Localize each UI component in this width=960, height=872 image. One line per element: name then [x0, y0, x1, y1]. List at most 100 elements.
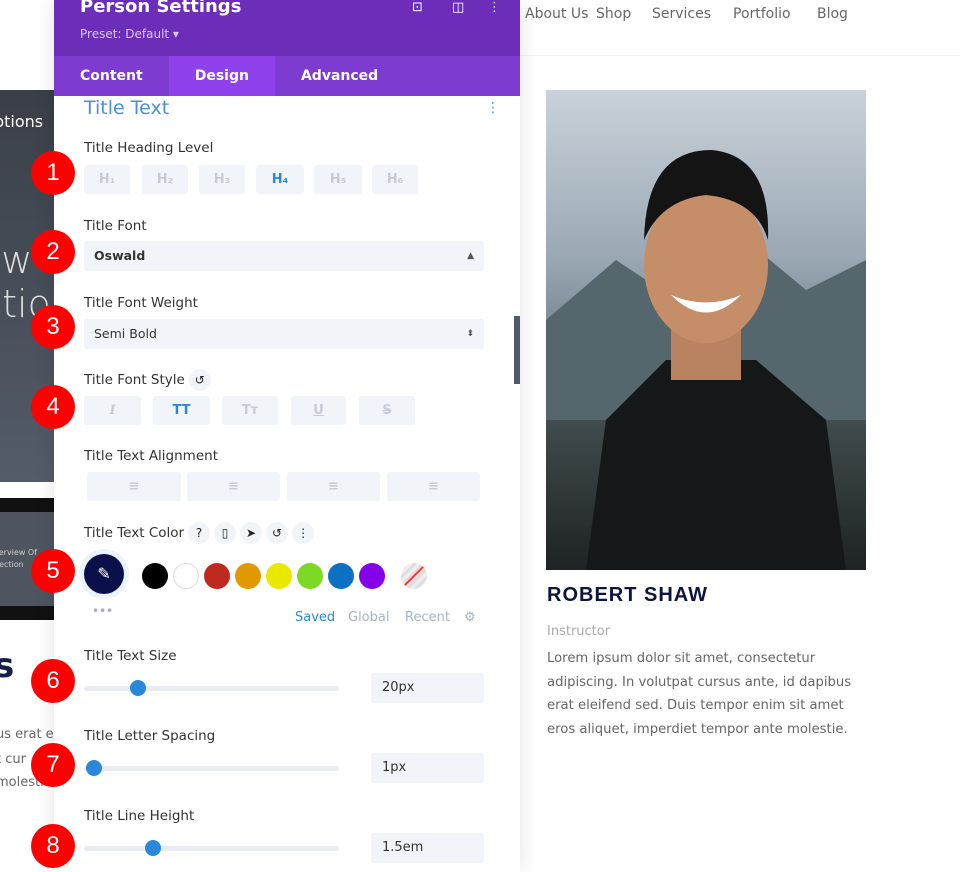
color-swatch[interactable]	[297, 563, 323, 589]
font-label: Title Font	[84, 218, 147, 234]
person-photo	[546, 90, 866, 570]
color-swatch[interactable]	[142, 563, 168, 589]
settings-panel: Person Settings Preset: Default ▾ ⊡ ◫ ⋮ …	[54, 0, 520, 872]
font-style-label: Title Font Style ↺	[84, 369, 211, 391]
person-bio: Lorem ipsum dolor sit amet, consectetur …	[547, 651, 852, 737]
section-more-icon[interactable]: ⋮	[486, 100, 500, 116]
align-left-button[interactable]: ≡	[87, 472, 181, 501]
preset-dropdown[interactable]: Preset: Default ▾	[80, 27, 179, 41]
nav-about[interactable]: About Us	[525, 6, 588, 22]
color-picker-button[interactable]: ✎	[84, 554, 124, 594]
slider-thumb[interactable]	[129, 680, 146, 696]
italic-button[interactable]: I	[84, 396, 141, 425]
font-weight-select[interactable]: Semi Bold ⬍	[84, 319, 484, 349]
more-swatches-icon[interactable]: •••	[92, 604, 113, 618]
person-name: ROBERT SHAW	[547, 584, 708, 606]
align-justify-button[interactable]: ≡	[387, 472, 480, 501]
step-badge-7: 7	[31, 743, 75, 787]
letter-spacing-label: Title Letter Spacing	[84, 728, 216, 744]
heading-level-label: Title Heading Level	[84, 140, 214, 156]
responsive-icon[interactable]: ▯	[214, 522, 237, 544]
scrollbar[interactable]	[514, 316, 520, 384]
bg-text: Section	[0, 560, 24, 569]
section-title[interactable]: Title Text	[84, 97, 169, 119]
slider-thumb[interactable]	[86, 760, 103, 776]
nav-shop[interactable]: Shop	[596, 6, 631, 22]
color-swatch[interactable]	[235, 563, 261, 589]
saved-colors-tab[interactable]: Saved	[295, 610, 335, 625]
panel-tabs: Content Design Advanced	[54, 56, 520, 96]
letter-spacing-slider[interactable]	[84, 760, 339, 776]
align-right-button[interactable]: ≡	[287, 472, 380, 501]
color-swatch[interactable]	[204, 563, 230, 589]
h2-button[interactable]: H₂	[142, 165, 188, 194]
step-badge-4: 4	[31, 385, 75, 429]
font-weight-value: Semi Bold	[94, 326, 157, 341]
underline-button[interactable]: U	[291, 396, 346, 425]
text-size-label: Title Text Size	[84, 648, 177, 664]
nav-portfolio[interactable]: Portfolio	[733, 6, 791, 22]
strikethrough-button[interactable]: S	[359, 396, 415, 425]
smallcaps-button[interactable]: Tт	[222, 396, 278, 425]
tab-advanced[interactable]: Advanced	[275, 56, 404, 96]
font-select[interactable]: Oswald ▲	[84, 241, 484, 271]
tab-design[interactable]: Design	[168, 56, 275, 96]
help-icon[interactable]: ?	[188, 522, 211, 544]
alignment-label: Title Text Alignment	[84, 448, 218, 464]
step-badge-1: 1	[31, 151, 75, 195]
person-position: Instructor	[547, 624, 611, 639]
bg-text: ptions	[0, 112, 44, 131]
eyedropper-icon: ✎	[97, 564, 111, 583]
panel-title: Person Settings	[80, 0, 242, 17]
color-swatch[interactable]	[266, 563, 292, 589]
h5-button[interactable]: H₅	[314, 165, 362, 194]
font-value: Oswald	[94, 248, 146, 263]
color-swatch[interactable]	[328, 563, 354, 589]
bg-text: t cur	[0, 752, 26, 767]
step-badge-2: 2	[31, 230, 75, 274]
uppercase-button[interactable]: TT	[153, 396, 210, 425]
split-view-icon[interactable]: ◫	[452, 0, 464, 15]
reset-icon[interactable]: ↺	[188, 369, 211, 391]
site-nav: About Us Shop Services Portfolio Blog	[520, 0, 960, 56]
focus-icon[interactable]: ⊡	[412, 0, 423, 15]
more-icon[interactable]: ⋮	[292, 522, 315, 544]
nav-blog[interactable]: Blog	[817, 6, 848, 22]
line-height-label: Title Line Height	[84, 808, 195, 824]
hover-icon[interactable]: ➤	[240, 522, 263, 544]
step-badge-6: 6	[31, 659, 75, 703]
align-center-button[interactable]: ≡	[187, 472, 280, 501]
step-badge-3: 3	[31, 305, 75, 349]
text-size-slider[interactable]	[84, 680, 339, 696]
bg-text: us erat e	[0, 727, 54, 742]
letter-spacing-input[interactable]: 1px	[371, 753, 484, 783]
step-badge-5: 5	[31, 549, 75, 593]
h4-button[interactable]: H₄	[256, 165, 304, 194]
panel-header: Person Settings Preset: Default ▾ ⊡ ◫ ⋮	[54, 0, 520, 56]
h6-button[interactable]: H₆	[372, 165, 418, 194]
nav-services[interactable]: Services	[652, 6, 711, 22]
step-badge-8: 8	[31, 824, 75, 868]
tab-content[interactable]: Content	[54, 56, 169, 96]
color-swatch[interactable]	[359, 563, 385, 589]
line-height-input[interactable]: 1.5em	[371, 833, 484, 863]
swatch-transparent[interactable]	[401, 563, 427, 589]
text-color-label: Title Text Color? ▯ ➤ ↺ ⋮	[84, 522, 315, 544]
more-icon[interactable]: ⋮	[488, 0, 501, 15]
h1-button[interactable]: H₁	[84, 165, 130, 194]
global-colors-tab[interactable]: Global	[348, 610, 389, 625]
slider-thumb[interactable]	[144, 840, 161, 856]
line-height-slider[interactable]	[84, 840, 339, 856]
bg-heading: s	[0, 646, 15, 686]
h3-button[interactable]: H₃	[199, 165, 245, 194]
select-arrows-icon: ▲	[467, 251, 474, 261]
recent-colors-tab[interactable]: Recent	[405, 610, 450, 625]
color-swatch[interactable]	[173, 563, 199, 589]
reset-icon[interactable]: ↺	[266, 522, 289, 544]
select-arrows-icon: ⬍	[466, 329, 474, 339]
font-weight-label: Title Font Weight	[84, 295, 198, 311]
color-settings-gear-icon[interactable]: ⚙	[464, 610, 476, 625]
text-size-input[interactable]: 20px	[371, 673, 484, 703]
person-photo-illustration	[546, 150, 866, 570]
bg-text: verview Of	[0, 548, 38, 557]
